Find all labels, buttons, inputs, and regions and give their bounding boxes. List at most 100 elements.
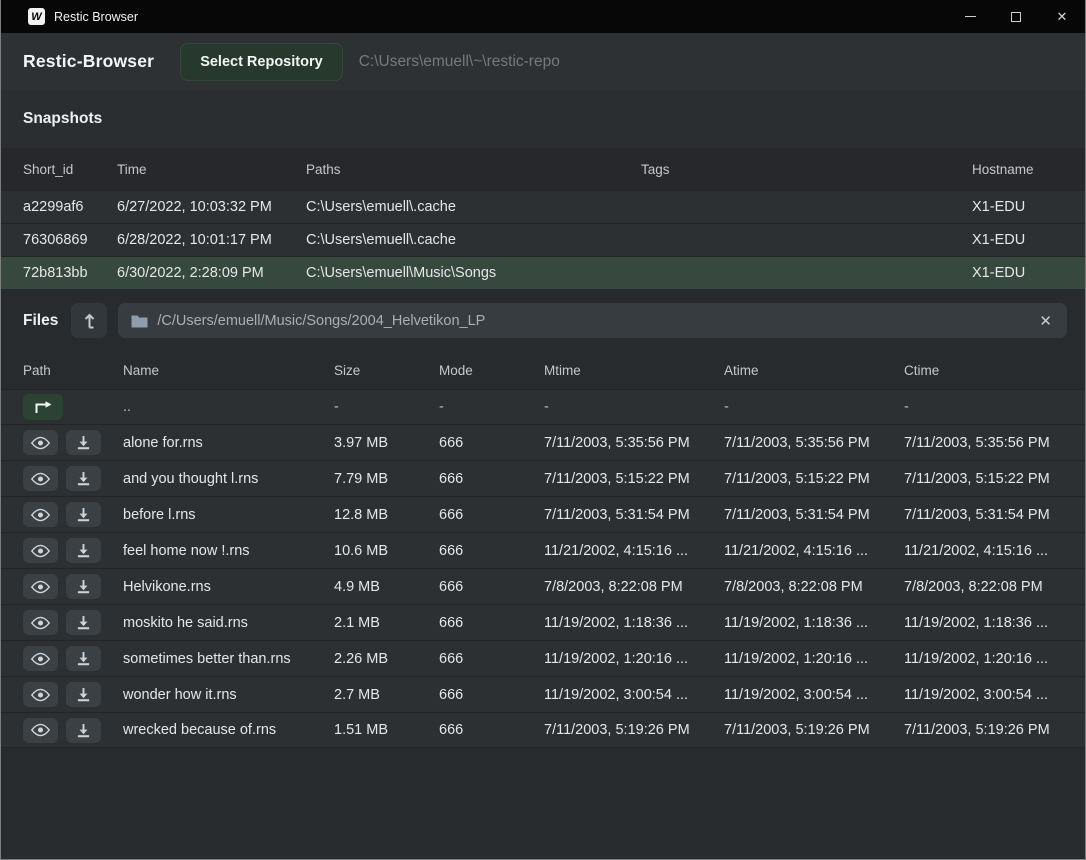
file-mtime: 7/11/2003, 5:15:22 PM xyxy=(544,471,724,487)
file-ctime: 11/19/2002, 1:18:36 ... xyxy=(904,615,1069,631)
file-mtime: - xyxy=(544,399,724,415)
select-repository-button[interactable]: Select Repository xyxy=(180,43,343,81)
file-row[interactable]: sometimes better than.rns 2.26 MB 666 11… xyxy=(1,640,1085,676)
preview-file-button[interactable] xyxy=(23,430,58,455)
snapshot-time: 6/28/2022, 10:01:17 PM xyxy=(117,232,306,248)
file-mtime: 7/11/2003, 5:31:54 PM xyxy=(544,507,724,523)
column-header-name: Name xyxy=(123,363,334,378)
file-atime: 11/19/2002, 1:18:36 ... xyxy=(724,615,904,631)
download-file-button[interactable] xyxy=(66,682,101,707)
file-atime: 11/19/2002, 1:20:16 ... xyxy=(724,651,904,667)
file-row[interactable]: and you thought l.rns 7.79 MB 666 7/11/2… xyxy=(1,460,1085,496)
column-header-ctime: Ctime xyxy=(904,363,1069,378)
file-row[interactable]: moskito he said.rns 2.1 MB 666 11/19/200… xyxy=(1,604,1085,640)
clear-path-icon[interactable]: ✕ xyxy=(1037,312,1054,330)
file-row[interactable]: before l.rns 12.8 MB 666 7/11/2003, 5:31… xyxy=(1,496,1085,532)
eye-icon xyxy=(31,652,50,666)
app-logo-letter: W xyxy=(31,11,41,23)
download-file-button[interactable] xyxy=(66,538,101,563)
download-file-button[interactable] xyxy=(66,466,101,491)
eye-icon xyxy=(31,723,50,737)
file-name: feel home now !.rns xyxy=(123,543,334,559)
folder-icon xyxy=(131,314,148,328)
download-file-button[interactable] xyxy=(66,718,101,743)
file-row[interactable]: wonder how it.rns 2.7 MB 666 11/19/2002,… xyxy=(1,676,1085,712)
file-size: 2.7 MB xyxy=(334,687,439,703)
file-atime: 11/21/2002, 4:15:16 ... xyxy=(724,543,904,559)
snapshot-hostname: X1-EDU xyxy=(972,265,1069,281)
preview-file-button[interactable] xyxy=(23,502,58,527)
snapshot-row[interactable]: a2299af6 6/27/2022, 10:03:32 PM C:\Users… xyxy=(1,190,1085,223)
column-header-paths: Paths xyxy=(306,162,641,177)
snapshots-table-header: Short_id Time Paths Tags Hostname xyxy=(1,148,1085,190)
file-atime: 7/11/2003, 5:19:26 PM xyxy=(724,722,904,738)
snapshot-hostname: X1-EDU xyxy=(972,199,1069,215)
up-level-button[interactable] xyxy=(71,303,107,338)
eye-icon xyxy=(31,580,50,594)
file-row[interactable]: feel home now !.rns 10.6 MB 666 11/21/20… xyxy=(1,532,1085,568)
file-name: sometimes better than.rns xyxy=(123,651,334,667)
file-name: moskito he said.rns xyxy=(123,615,334,631)
parent-directory-row[interactable]: .. - - - - - xyxy=(1,389,1085,424)
file-name: alone for.rns xyxy=(123,435,334,451)
preview-file-button[interactable] xyxy=(23,718,58,743)
column-header-hostname: Hostname xyxy=(972,162,1069,177)
download-icon xyxy=(76,543,91,558)
file-ctime: 7/8/2003, 8:22:08 PM xyxy=(904,579,1069,595)
file-ctime: 7/11/2003, 5:31:54 PM xyxy=(904,507,1069,523)
file-atime: 7/11/2003, 5:15:22 PM xyxy=(724,471,904,487)
snapshot-time: 6/30/2022, 2:28:09 PM xyxy=(117,265,306,281)
snapshot-row[interactable]: 76306869 6/28/2022, 10:01:17 PM C:\Users… xyxy=(1,223,1085,256)
file-size: 2.1 MB xyxy=(334,615,439,631)
download-icon xyxy=(76,723,91,738)
preview-file-button[interactable] xyxy=(23,466,58,491)
file-size: 4.9 MB xyxy=(334,579,439,595)
go-parent-button[interactable] xyxy=(23,394,63,420)
download-file-button[interactable] xyxy=(66,574,101,599)
file-size: 12.8 MB xyxy=(334,507,439,523)
app-header: Restic-Browser Select Repository C:\User… xyxy=(1,33,1085,90)
download-icon xyxy=(76,507,91,522)
titlebar: W Restic Browser ✕ xyxy=(1,0,1085,33)
download-file-button[interactable] xyxy=(66,430,101,455)
file-size: 7.79 MB xyxy=(334,471,439,487)
preview-file-button[interactable] xyxy=(23,646,58,671)
app-title: Restic-Browser xyxy=(23,51,154,72)
maximize-button[interactable] xyxy=(993,0,1039,33)
download-icon xyxy=(76,579,91,594)
preview-file-button[interactable] xyxy=(23,538,58,563)
download-icon xyxy=(76,615,91,630)
preview-file-button[interactable] xyxy=(23,610,58,635)
snapshot-paths: C:\Users\emuell\.cache xyxy=(306,232,641,248)
file-row[interactable]: alone for.rns 3.97 MB 666 7/11/2003, 5:3… xyxy=(1,424,1085,460)
snapshots-title: Snapshots xyxy=(23,110,102,128)
download-file-button[interactable] xyxy=(66,610,101,635)
files-table-header: Path Name Size Mode Mtime Atime Ctime xyxy=(1,351,1085,389)
eye-icon xyxy=(31,544,50,558)
window-title: Restic Browser xyxy=(54,10,138,24)
download-icon xyxy=(76,435,91,450)
file-atime: 7/11/2003, 5:31:54 PM xyxy=(724,507,904,523)
preview-file-button[interactable] xyxy=(23,574,58,599)
file-mtime: 11/19/2002, 3:00:54 ... xyxy=(544,687,724,703)
snapshot-row-selected[interactable]: 72b813bb 6/30/2022, 2:28:09 PM C:\Users\… xyxy=(1,256,1085,289)
column-header-path: Path xyxy=(23,363,123,378)
minimize-button[interactable] xyxy=(947,0,993,33)
download-icon xyxy=(76,687,91,702)
snapshot-short-id: 76306869 xyxy=(23,232,117,248)
snapshot-short-id: a2299af6 xyxy=(23,199,117,215)
file-row[interactable]: Helvikone.rns 4.9 MB 666 7/8/2003, 8:22:… xyxy=(1,568,1085,604)
download-file-button[interactable] xyxy=(66,646,101,671)
file-atime: - xyxy=(724,399,904,415)
file-ctime: 7/11/2003, 5:19:26 PM xyxy=(904,722,1069,738)
file-mode: - xyxy=(439,399,544,415)
download-file-button[interactable] xyxy=(66,502,101,527)
file-name: before l.rns xyxy=(123,507,334,523)
parent-arrow-icon xyxy=(34,401,53,414)
file-path-bar[interactable]: /C/Users/emuell/Music/Songs/2004_Helveti… xyxy=(118,303,1067,338)
download-icon xyxy=(76,651,91,666)
file-row[interactable]: wrecked because of.rns 1.51 MB 666 7/11/… xyxy=(1,712,1085,748)
close-button[interactable]: ✕ xyxy=(1039,0,1085,33)
snapshot-hostname: X1-EDU xyxy=(972,232,1069,248)
preview-file-button[interactable] xyxy=(23,682,58,707)
